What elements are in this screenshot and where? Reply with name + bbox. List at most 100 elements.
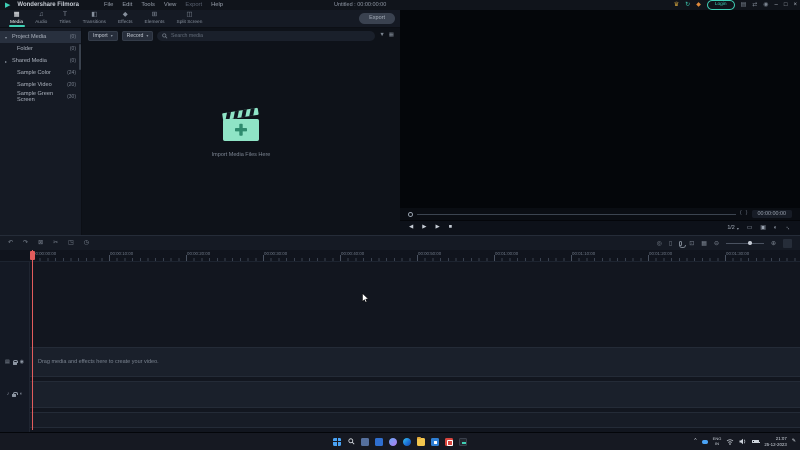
fullscreen-icon[interactable]: ↔ [784, 224, 792, 232]
snapshot-icon[interactable]: ▣ [760, 225, 765, 231]
color-contrast-icon[interactable]: ◐ [774, 225, 778, 231]
file-explorer-icon[interactable] [417, 438, 425, 446]
grid-view-icon[interactable]: ▦ [389, 33, 394, 39]
upgrade-crown-icon[interactable]: ♛ [674, 2, 679, 8]
taskbar-search-icon[interactable] [347, 438, 355, 446]
mark-out-icon[interactable]: ) [746, 211, 748, 217]
lock-icon[interactable] [12, 394, 16, 397]
sidebar-item-folder[interactable]: Folder (0) [0, 43, 81, 55]
tab-titles[interactable]: T Titles [53, 10, 76, 27]
volume-icon[interactable] [739, 438, 747, 445]
playback-quality-dropdown[interactable]: 1/2 ▾ [727, 225, 738, 231]
menu-view[interactable]: View [164, 2, 176, 8]
chevron-down-icon: ▾ [737, 226, 739, 231]
onedrive-icon[interactable] [702, 440, 708, 444]
sidebar-scrollbar[interactable] [79, 44, 81, 70]
tab-media[interactable]: ▦ Media [4, 10, 29, 27]
zoom-in-icon[interactable]: ⊕ [771, 240, 776, 247]
timeline-zoom-slider[interactable] [726, 243, 764, 244]
timeline-tracks[interactable]: ▤ ◉ ♪ ◖ Drag media and effects here to c… [0, 262, 800, 432]
menu-export[interactable]: Export [185, 2, 202, 8]
menu-help[interactable]: Help [211, 2, 223, 8]
import-dropdown[interactable]: Import ▾ [88, 31, 118, 41]
copilot-icon[interactable] [389, 438, 397, 446]
start-button-icon[interactable] [333, 438, 341, 446]
tray-chevron-icon[interactable]: ^ [694, 439, 696, 444]
fit-timeline-button[interactable] [783, 239, 792, 248]
zoom-out-icon[interactable]: ⊖ [714, 240, 719, 247]
clock[interactable]: 21:07 25-12-2023 [764, 436, 786, 447]
menu-file[interactable]: File [104, 2, 113, 8]
sidebar-item-sample-video[interactable]: Sample Video (20) [0, 79, 81, 91]
close-button[interactable]: × [793, 2, 797, 8]
timeline-ruler[interactable]: 00:00:00:00 00:00:10:00 00:00:20:00 00:0… [0, 250, 800, 262]
account-icon[interactable]: ◉ [763, 2, 768, 8]
audio-track-row-2[interactable] [30, 412, 800, 428]
record-dropdown[interactable]: Record ▾ [122, 31, 154, 41]
audio-track-icon: ♪ [7, 392, 10, 397]
mark-in-icon[interactable]: ( [740, 211, 742, 217]
microsoft-store-icon[interactable] [431, 438, 439, 446]
crop-icon[interactable]: ◳ [68, 240, 74, 246]
filmora-taskbar-icon[interactable] [459, 438, 467, 446]
search-box[interactable] [157, 31, 375, 41]
play-icon[interactable]: ▶ [422, 225, 426, 231]
previous-frame-icon[interactable]: ◀ [409, 225, 413, 231]
seek-handle[interactable] [408, 212, 413, 217]
edge-browser-icon[interactable] [403, 438, 411, 446]
volume-icon[interactable]: ◖ [19, 392, 22, 397]
tab-split-screen[interactable]: ◫ Split Screen [171, 10, 209, 27]
stop-icon[interactable]: ■ [449, 225, 452, 231]
login-button[interactable]: Login [707, 0, 735, 9]
sidebar-item-sample-color[interactable]: Sample Color (24) [0, 67, 81, 79]
red-app-icon[interactable] [445, 438, 453, 446]
phone-record-icon[interactable]: ▯ [669, 240, 672, 247]
notifications-pen-icon[interactable]: ✎ [792, 439, 796, 444]
wifi-icon[interactable] [726, 438, 734, 445]
filter-icon[interactable]: ▼ [379, 33, 384, 39]
update-icon[interactable]: ↻ [685, 2, 690, 8]
search-input[interactable] [171, 33, 370, 39]
battery-icon[interactable] [752, 440, 759, 444]
screen-record-icon[interactable]: ⊡ [689, 240, 694, 247]
promo-icon[interactable]: ◆ [696, 2, 701, 8]
tab-transitions[interactable]: ◧ Transitions [77, 10, 112, 27]
chevron-right-icon[interactable]: ▸ [5, 59, 10, 64]
zoom-slider-thumb[interactable] [748, 241, 752, 245]
speed-icon[interactable]: ◷ [84, 240, 89, 246]
task-view-icon[interactable] [361, 438, 369, 446]
split-icon[interactable]: ✂ [53, 240, 58, 246]
next-frame-icon[interactable]: ▶ [435, 225, 439, 231]
maximize-button[interactable]: □ [784, 2, 788, 8]
playhead-line[interactable] [32, 250, 33, 430]
audio-track-row[interactable] [30, 381, 800, 408]
sidebar-item-shared-media[interactable]: ▸ Shared Media (0) [0, 55, 81, 67]
display-settings-icon[interactable]: ▭ [747, 225, 752, 231]
import-media-dropzone[interactable]: Import Media Files Here [82, 43, 400, 235]
tab-effects[interactable]: ◆ Effects [112, 10, 139, 27]
delete-icon[interactable]: ⊠ [38, 240, 43, 246]
switch-mode-icon[interactable]: ⇄ [752, 2, 757, 8]
undo-icon[interactable]: ↶ [8, 240, 13, 246]
sidebar-item-project-media[interactable]: ▾ Project Media (0) [0, 31, 81, 43]
render-preview-icon[interactable]: ▦ [701, 240, 707, 247]
minimize-button[interactable]: – [775, 2, 778, 8]
screen-share-icon[interactable]: ▤ [741, 2, 747, 8]
lock-icon[interactable] [13, 362, 17, 365]
export-button[interactable]: Export [359, 13, 395, 23]
office-app-icon[interactable] [375, 438, 383, 446]
chevron-down-icon[interactable]: ▾ [5, 35, 10, 40]
seek-track[interactable] [417, 214, 736, 215]
redo-icon[interactable]: ↷ [23, 240, 28, 246]
menu-tools[interactable]: Tools [141, 2, 155, 8]
sidebar-item-sample-green-screen[interactable]: Sample Green Screen (30) [0, 91, 81, 103]
tab-audio[interactable]: ♫ Audio [29, 10, 53, 27]
voiceover-mic-icon[interactable] [679, 241, 682, 246]
tab-elements[interactable]: ⊞ Elements [139, 10, 171, 27]
eye-icon[interactable]: ◉ [20, 360, 24, 365]
add-marker-icon[interactable]: ◎ [657, 240, 662, 247]
video-track-row[interactable]: Drag media and effects here to create yo… [30, 347, 800, 377]
menu-edit[interactable]: Edit [122, 2, 132, 8]
playhead-handle[interactable] [30, 251, 35, 260]
language-indicator[interactable]: ENG IN [713, 437, 722, 446]
